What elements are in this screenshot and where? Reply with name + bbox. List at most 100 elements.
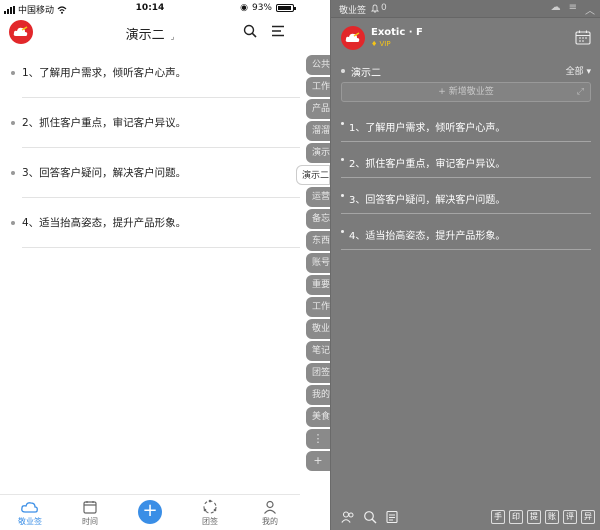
bullet-dot — [11, 71, 15, 75]
tab-bar: 敬业签 时间 + 团签 我的 — [0, 494, 300, 530]
title-caret-icon: ⌟ — [170, 32, 175, 41]
category-tag[interactable]: 公共 — [306, 55, 330, 75]
footer-tool-button[interactable]: 账 — [545, 510, 559, 524]
widget-note-item[interactable]: 2、抓住客户重点，审记客户异议。 — [341, 142, 591, 178]
status-bar: 中国移动 10:14 ◉ 93% — [0, 0, 300, 16]
note-text: 4、适当抬高姿态，提升产品形象。 — [349, 231, 506, 242]
widget-user: Exotic · F ♦ VIP — [341, 24, 591, 54]
note-item[interactable]: 2、抓住客户重点，审记客户异议。 — [0, 98, 300, 148]
widget-note-item[interactable]: 4、适当抬高姿态，提升产品形象。 — [341, 214, 591, 250]
divider — [22, 247, 300, 248]
category-tag[interactable]: 运营 — [306, 187, 330, 207]
add-icon: + — [138, 500, 162, 524]
category-tag[interactable]: 工作 — [306, 77, 330, 97]
category-tag[interactable]: 笔记 — [306, 341, 330, 361]
tab-label: 时间 — [82, 517, 98, 526]
battery-percent: 93% — [251, 3, 272, 13]
footer-tool-button[interactable]: 手 — [491, 510, 505, 524]
current-category: 演示二 — [351, 68, 381, 79]
calendar-button[interactable] — [575, 30, 591, 49]
team-icon[interactable] — [341, 510, 355, 524]
bullet-dot — [341, 158, 344, 161]
note-text: 3、回答客户疑问，解决客户问题。 — [22, 167, 187, 179]
note-text: 4、适当抬高姿态，提升产品形象。 — [22, 217, 187, 229]
notification-count: 0 — [381, 3, 387, 13]
footer-tool-button[interactable]: 评 — [563, 510, 577, 524]
tab-add[interactable]: + — [120, 498, 180, 524]
location-icon: ◉ — [240, 3, 248, 13]
notification-button[interactable]: 0 — [371, 3, 387, 13]
footer-tool-button[interactable]: 异 — [581, 510, 595, 524]
widget-note-item[interactable]: 1、了解用户需求，倾听客户心声。 — [341, 106, 591, 142]
category-tag[interactable]: 团签 — [306, 363, 330, 383]
notes-icon[interactable] — [385, 510, 399, 524]
widget-note-list: 1、了解用户需求，倾听客户心声。 2、抓住客户重点，审记客户异议。 3、回答客户疑问… — [341, 106, 591, 250]
divider — [341, 249, 591, 250]
note-item[interactable]: 4、适当抬高姿态，提升产品形象。 — [0, 198, 300, 248]
bullet-dot — [341, 122, 344, 125]
team-icon — [203, 499, 217, 514]
widget-note-item[interactable]: 3、回答客户疑问，解决客户问题。 — [341, 178, 591, 214]
phone-app: 中国移动 10:14 ◉ 93% 演示二 ⌟ 1、了解用户需求，倾听客户心声。 2、… — [0, 0, 300, 530]
search-icon[interactable] — [363, 510, 377, 524]
category-tag[interactable]: 演示二 — [296, 165, 330, 185]
menu-button[interactable] — [270, 23, 286, 39]
note-item[interactable]: 3、回答客户疑问，解决客户问题。 — [0, 148, 300, 198]
category-tag[interactable]: 我的 — [306, 385, 330, 405]
filter-dropdown[interactable]: 全部 ▾ — [566, 64, 591, 77]
desktop-widget: 敬业签 0 ☁ ≡ ︿ Exotic · F ♦ VIP 演示二 全部 ▾ + … — [330, 0, 600, 530]
search-icon — [243, 24, 257, 38]
bell-icon — [371, 4, 379, 13]
tab-label: 我的 — [262, 517, 278, 526]
tab-label: 团签 — [202, 517, 218, 526]
note-text: 3、回答客户疑问，解决客户问题。 — [349, 195, 506, 206]
widget-footer: 手印提账评异 — [331, 504, 600, 530]
new-note-button[interactable]: + 新增敬业签 ⤢ — [341, 82, 591, 102]
footer-tool-button[interactable]: 印 — [509, 510, 523, 524]
category-tag[interactable]: 溜溜 — [306, 121, 330, 141]
bullet-dot — [11, 171, 15, 175]
vip-badge: ♦ VIP — [371, 40, 391, 48]
tab-jingyeqian[interactable]: 敬业签 — [0, 498, 60, 527]
category-tag[interactable]: 重要 — [306, 275, 330, 295]
expand-icon[interactable]: ⤢ — [577, 83, 584, 101]
user-icon — [264, 500, 276, 514]
note-text: 1、了解用户需求，倾听客户心声。 — [349, 123, 506, 134]
bullet-dot — [341, 194, 344, 197]
category-tag[interactable]: 工作 — [306, 297, 330, 317]
search-button[interactable] — [242, 23, 258, 39]
add-tag-button[interactable]: + — [306, 451, 330, 471]
calendar-icon — [575, 30, 591, 45]
category-tag[interactable]: 东西 — [306, 231, 330, 251]
cloud-sign-icon — [345, 32, 360, 42]
category-tag[interactable]: 产品 — [306, 99, 330, 119]
tab-team[interactable]: 团签 — [180, 498, 240, 527]
note-list: 1、了解用户需求，倾听客户心声。 2、抓住客户重点，审记客户异议。 3、回答客户疑问… — [0, 48, 300, 248]
tab-time[interactable]: 时间 — [60, 498, 120, 527]
note-text: 2、抓住客户重点，审记客户异议。 — [22, 117, 187, 129]
category-tag[interactable]: 备忘 — [306, 209, 330, 229]
category-tag[interactable]: 美食 — [306, 407, 330, 427]
widget-title: 敬业签 — [339, 6, 367, 16]
menu-icon — [272, 25, 284, 37]
user-name: Exotic · F — [371, 27, 423, 38]
menu-icon[interactable]: ≡ — [569, 2, 577, 17]
category-tag[interactable]: 演示 — [306, 143, 330, 163]
avatar[interactable] — [341, 26, 365, 50]
category-tag[interactable]: 敬业 — [306, 319, 330, 339]
more-tags-button[interactable]: ⋮ — [306, 429, 330, 449]
footer-tool-button[interactable]: 提 — [527, 510, 541, 524]
category-filter: 演示二 全部 ▾ — [341, 64, 591, 79]
calendar-icon — [83, 501, 97, 514]
bullet-dot — [11, 221, 15, 225]
tab-label: 敬业签 — [18, 517, 42, 526]
tab-mine[interactable]: 我的 — [240, 498, 300, 527]
cloud-icon — [21, 502, 38, 513]
widget-titlebar: 敬业签 0 ☁ ≡ ︿ — [331, 0, 600, 18]
note-item[interactable]: 1、了解用户需求，倾听客户心声。 — [0, 48, 300, 98]
category-tag[interactable]: 账号 — [306, 253, 330, 273]
sync-icon[interactable]: ☁ — [551, 2, 561, 17]
bullet-dot — [341, 230, 344, 233]
battery-icon — [276, 4, 296, 12]
collapse-icon[interactable]: ︿ — [585, 2, 595, 17]
